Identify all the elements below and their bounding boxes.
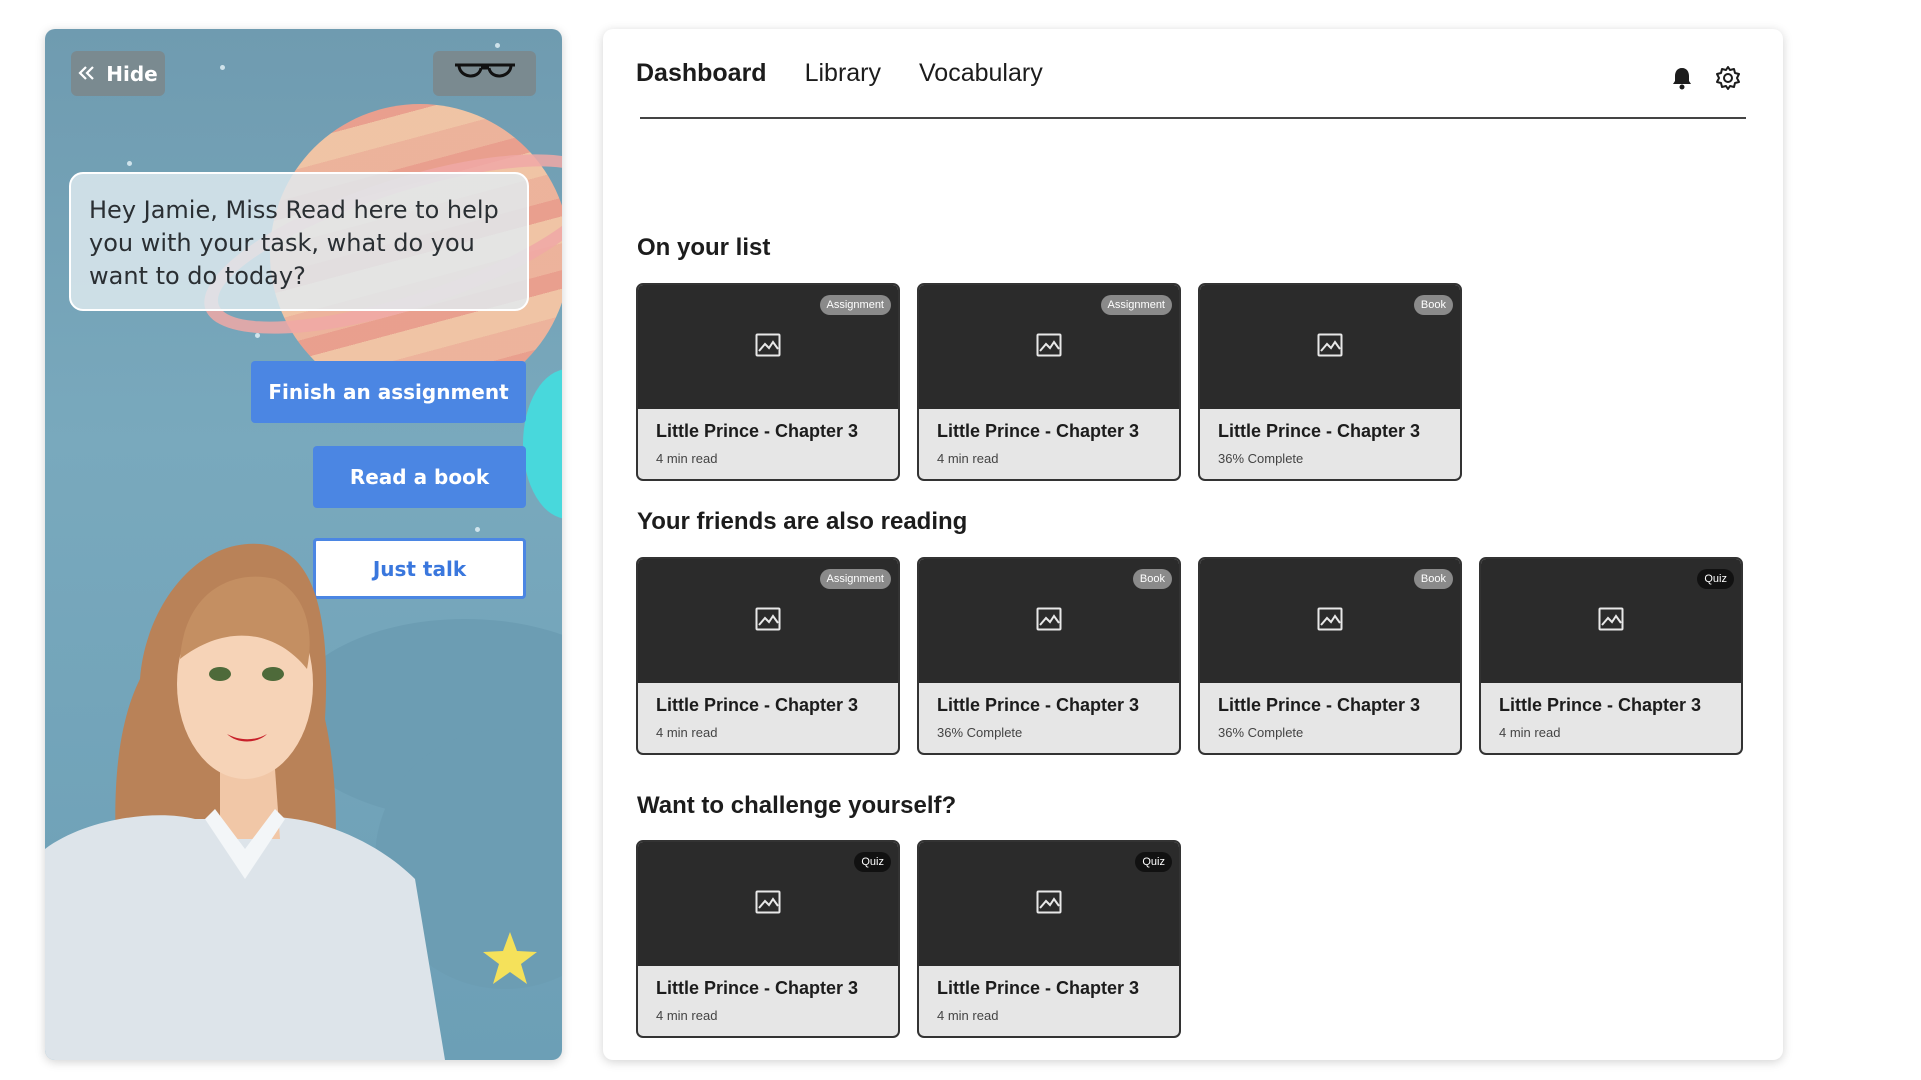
content-card[interactable]: Assignment Little Prince - Chapter 3 4 min… <box>636 557 900 755</box>
settings-button[interactable] <box>1713 65 1743 95</box>
section-title: On your list <box>637 234 771 261</box>
main-nav: Dashboard Library Vocabulary <box>636 59 1043 88</box>
content-card[interactable]: Book Little Prince - Chapter 3 36% Complet… <box>917 557 1181 755</box>
card-type-badge: Assignment <box>819 295 891 315</box>
image-placeholder-icon <box>1317 607 1343 635</box>
nav-divider <box>640 117 1746 119</box>
image-placeholder-icon <box>1036 333 1062 361</box>
card-meta: 36% Complete <box>1218 725 1304 740</box>
notifications-button[interactable] <box>1667 65 1697 95</box>
tab-vocabulary[interactable]: Vocabulary <box>919 59 1043 88</box>
card-meta: 36% Complete <box>937 725 1023 740</box>
star-dot <box>475 527 480 532</box>
card-title: Little Prince - Chapter 3 <box>937 421 1140 441</box>
card-meta: 4 min read <box>656 725 718 740</box>
section-title: Your friends are also reading <box>637 508 968 535</box>
card-title: Little Prince - Chapter 3 <box>656 421 859 441</box>
card-thumbnail: Book <box>1200 559 1460 683</box>
content-card[interactable]: Assignment Little Prince - Chapter 3 4 min… <box>636 283 900 481</box>
card-title: Little Prince - Chapter 3 <box>656 695 859 715</box>
hide-label: Hide <box>106 61 158 86</box>
star-dot <box>127 161 132 166</box>
card-meta: 4 min read <box>937 451 999 466</box>
assistant-panel: Hide Hey Jamie, Miss Read here to help y… <box>45 29 562 1060</box>
card-thumbnail: Quiz <box>1481 559 1741 683</box>
image-placeholder-icon <box>1598 607 1624 635</box>
assistant-message-bubble: Hey Jamie, Miss Read here to help you wi… <box>69 172 529 311</box>
card-type-badge: Book <box>1132 569 1172 589</box>
image-placeholder-icon <box>755 333 781 361</box>
content-card[interactable]: Book Little Prince - Chapter 3 36% Complet… <box>1198 557 1462 755</box>
image-placeholder-icon <box>755 607 781 635</box>
card-thumbnail: Assignment <box>638 285 898 409</box>
image-placeholder-icon <box>1036 607 1062 635</box>
section-title: Want to challenge yourself? <box>637 792 957 819</box>
card-thumbnail: Assignment <box>638 559 898 683</box>
dashboard-panel: Dashboard Library Vocabulary On your lis… <box>603 29 1783 1060</box>
card-type-badge: Quiz <box>1135 852 1172 872</box>
image-placeholder-icon <box>1036 890 1062 918</box>
star-dot <box>220 65 225 70</box>
moon-illustration <box>523 369 562 519</box>
tab-dashboard[interactable]: Dashboard <box>636 59 767 88</box>
card-type-badge: Quiz <box>1697 569 1734 589</box>
star-dot <box>495 43 500 48</box>
card-title: Little Prince - Chapter 3 <box>656 978 859 998</box>
card-type-badge: Assignment <box>1100 295 1172 315</box>
glasses-button[interactable] <box>433 51 536 96</box>
tab-library[interactable]: Library <box>805 59 881 88</box>
double-chevron-left-icon <box>78 62 96 86</box>
card-thumbnail: Book <box>1200 285 1460 409</box>
card-title: Little Prince - Chapter 3 <box>1499 695 1702 715</box>
content-card[interactable]: Quiz Little Prince - Chapter 3 4 min read <box>1479 557 1743 755</box>
card-type-badge: Book <box>1413 295 1453 315</box>
card-meta: 4 min read <box>656 451 718 466</box>
card-meta: 4 min read <box>1499 725 1561 740</box>
hide-button[interactable]: Hide <box>71 51 165 96</box>
card-thumbnail: Quiz <box>638 842 898 966</box>
card-meta: 4 min read <box>937 1008 999 1023</box>
card-thumbnail: Quiz <box>919 842 1179 966</box>
glasses-icon <box>453 60 517 88</box>
content-card[interactable]: Book Little Prince - Chapter 3 36% Complet… <box>1198 283 1462 481</box>
card-type-badge: Book <box>1413 569 1453 589</box>
card-thumbnail: Book <box>919 559 1179 683</box>
bell-icon <box>1671 66 1693 94</box>
card-title: Little Prince - Chapter 3 <box>937 978 1140 998</box>
finish-assignment-button[interactable]: Finish an assignment <box>251 361 526 423</box>
star-illustration <box>483 932 537 984</box>
card-title: Little Prince - Chapter 3 <box>1218 695 1421 715</box>
gear-icon <box>1715 65 1741 95</box>
content-card[interactable]: Quiz Little Prince - Chapter 3 4 min read <box>917 840 1181 1038</box>
image-placeholder-icon <box>755 890 781 918</box>
card-thumbnail: Assignment <box>919 285 1179 409</box>
card-title: Little Prince - Chapter 3 <box>1218 421 1421 441</box>
star-dot <box>255 333 260 338</box>
content-card[interactable]: Assignment Little Prince - Chapter 3 4 min… <box>917 283 1181 481</box>
assistant-avatar <box>45 543 445 1060</box>
card-meta: 4 min read <box>656 1008 718 1023</box>
image-placeholder-icon <box>1317 333 1343 361</box>
read-book-button[interactable]: Read a book <box>313 446 526 508</box>
card-type-badge: Quiz <box>854 852 891 872</box>
card-meta: 36% Complete <box>1218 451 1304 466</box>
content-card[interactable]: Quiz Little Prince - Chapter 3 4 min read <box>636 840 900 1038</box>
card-title: Little Prince - Chapter 3 <box>937 695 1140 715</box>
card-type-badge: Assignment <box>819 569 891 589</box>
